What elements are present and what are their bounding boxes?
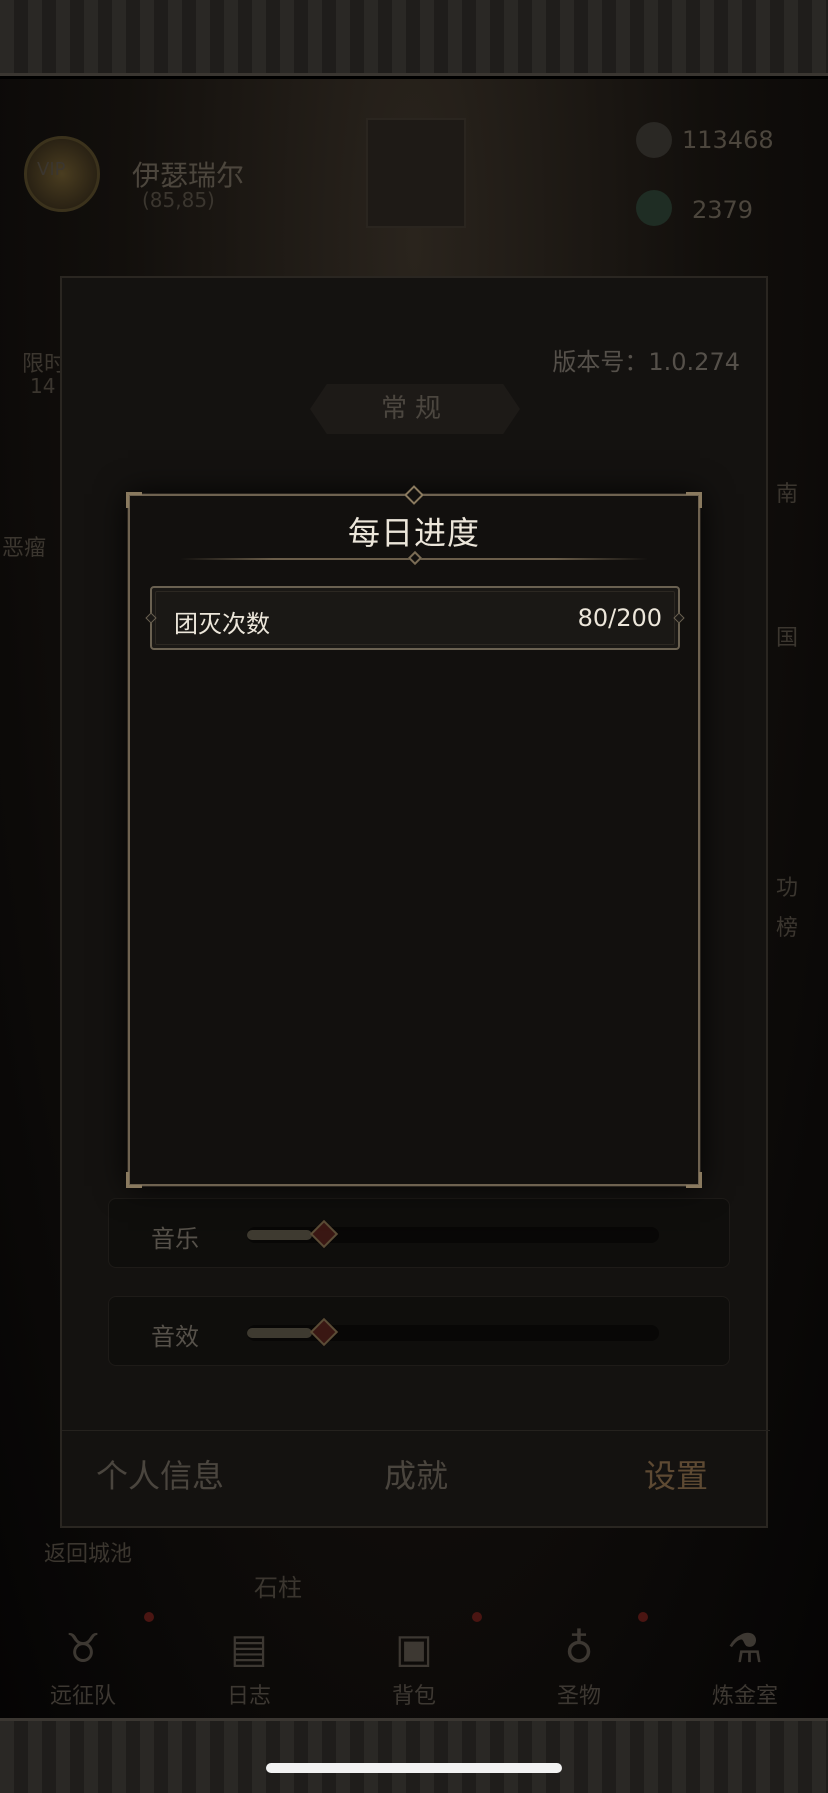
nav-relics[interactable]: ♁ 圣物 xyxy=(524,1610,634,1718)
frame-corner xyxy=(686,492,702,508)
gem-icon xyxy=(636,190,672,226)
notification-dot xyxy=(638,1612,648,1622)
horns-icon: ♉ xyxy=(65,1626,101,1672)
nav-alchemy[interactable]: ⚗ 炼金室 xyxy=(690,1610,800,1718)
stone-icon xyxy=(636,122,672,158)
sfx-label: 音效 xyxy=(151,1323,199,1351)
music-slider-knob[interactable] xyxy=(309,1219,339,1249)
progress-name: 团灭次数 xyxy=(174,610,270,638)
chalice-icon: ♁ xyxy=(564,1626,594,1672)
music-slider-fill xyxy=(247,1230,312,1240)
frame-corner xyxy=(126,492,142,508)
tab-settings[interactable]: 设置 xyxy=(644,1451,708,1497)
music-setting-row: 音乐 xyxy=(108,1198,730,1268)
modal-title: 每日进度 xyxy=(347,514,480,552)
bottom-nav: ♉ 远征队 ▤ 日志 ▣ 背包 ♁ 圣物 ⚗ 炼金室 xyxy=(0,1610,828,1718)
nav-backpack[interactable]: ▣ 背包 xyxy=(359,1610,469,1718)
settings-tabs: 个人信息 成就 设置 xyxy=(62,1430,770,1526)
notification-dot xyxy=(472,1612,482,1622)
music-slider[interactable] xyxy=(247,1219,659,1249)
frame-corner xyxy=(126,1172,142,1188)
gem-count: 2379 xyxy=(692,196,754,224)
scroll-icon: ▤ xyxy=(230,1626,268,1672)
sfx-setting-row: 音效 xyxy=(108,1296,730,1366)
notification-dot xyxy=(144,1612,154,1622)
row-notch xyxy=(673,612,685,624)
nav-journal[interactable]: ▤ 日志 xyxy=(194,1610,304,1718)
sfx-slider-knob[interactable] xyxy=(309,1317,339,1347)
progress-row-wipes: 团灭次数 80/200 xyxy=(145,586,685,650)
bottom-frame-border xyxy=(0,1718,828,1793)
tab-profile[interactable]: 个人信息 xyxy=(96,1451,224,1497)
section-title-general: 常规 xyxy=(310,384,520,434)
home-indicator[interactable] xyxy=(266,1763,562,1773)
progress-value: 80/200 xyxy=(577,604,662,632)
player-coords: (85,85) xyxy=(142,188,215,212)
location-label: 石柱 xyxy=(254,1574,302,1602)
sfx-slider[interactable] xyxy=(247,1317,659,1347)
side-text-number: 14 xyxy=(30,374,56,398)
side-text-rank: 榜 xyxy=(776,916,799,941)
avatar-vip-text: VIP xyxy=(37,159,66,180)
music-label: 音乐 xyxy=(151,1225,199,1253)
alchemy-icon: ⚗ xyxy=(727,1626,763,1672)
stone-count: 113468 xyxy=(682,126,774,154)
version-label: 版本号：1.0.274 xyxy=(552,348,740,376)
side-text-tumor: 恶瘤 xyxy=(2,536,47,561)
hero-portrait xyxy=(366,118,466,228)
bag-icon: ▣ xyxy=(395,1626,433,1672)
return-to-city-label[interactable]: 返回城池 xyxy=(44,1536,132,1568)
side-text-country: 国 xyxy=(776,626,799,651)
daily-progress-modal: 每日进度 团灭次数 80/200 xyxy=(126,485,702,1188)
sfx-slider-fill xyxy=(247,1328,312,1338)
frame-corner xyxy=(686,1172,702,1188)
side-text-south: 南 xyxy=(776,482,799,507)
player-avatar[interactable]: VIP xyxy=(24,136,100,212)
side-text-merit: 功 xyxy=(776,876,799,901)
nav-expedition[interactable]: ♉ 远征队 xyxy=(28,1610,138,1718)
top-frame-border xyxy=(0,0,828,76)
tab-achievements[interactable]: 成就 xyxy=(384,1451,448,1497)
